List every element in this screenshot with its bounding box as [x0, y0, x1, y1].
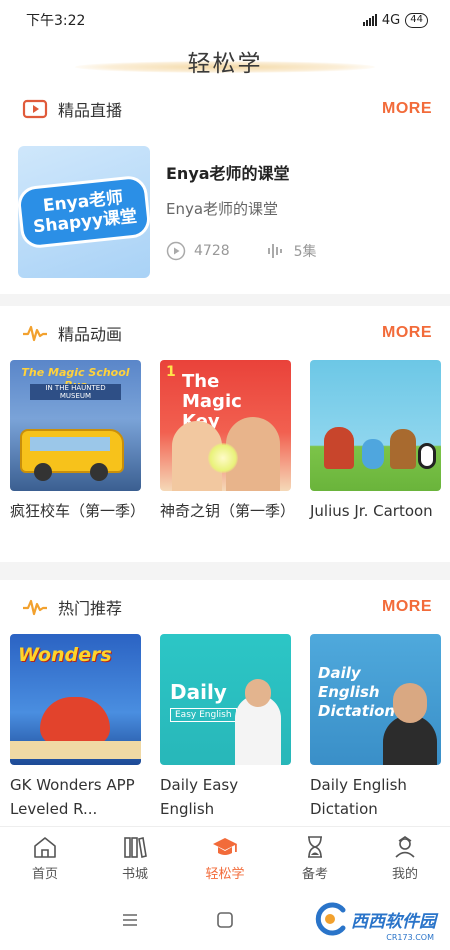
live-section-header: 精品直播 MORE — [0, 82, 450, 136]
magic-school-bus-cover: The Magic School Bus IN THE HAUNTED MUSE… — [10, 360, 141, 491]
animation-item-julius-jr[interactable]: Julius Jr. Cartoon — [310, 360, 441, 523]
hourglass-icon — [308, 836, 322, 858]
tab-exam-prep[interactable]: 备考 — [270, 827, 360, 890]
animation-grid: The Magic School Bus IN THE HAUNTED MUSE… — [0, 360, 450, 523]
tab-easy-learning[interactable]: 轻松学 — [180, 827, 270, 890]
user-icon — [395, 836, 415, 858]
recommend-more-link[interactable]: MORE — [382, 598, 432, 616]
page-title: 轻松学 — [187, 51, 263, 77]
julius-jr-cover — [310, 360, 441, 491]
glow-shape — [208, 443, 238, 473]
live-course-info: Enya老师的课堂 Enya老师的课堂 4728 5集 — [150, 146, 432, 278]
recommend-caption: GK Wonders APP Leveled R... — [10, 776, 135, 818]
animation-item-magic-school-bus[interactable]: The Magic School Bus IN THE HAUNTED MUSE… — [10, 360, 146, 523]
recommend-section-title: 热门推荐 — [58, 599, 123, 618]
page-header: 轻松学 — [0, 40, 450, 82]
tab-home[interactable]: 首页 — [0, 827, 90, 890]
waveform-icon — [23, 599, 47, 616]
recommend-grid: Wonders GK Wonders APP Leveled R... Dail… — [0, 634, 450, 821]
episodes-icon — [267, 244, 282, 258]
live-course-card[interactable]: Enya老师 Shapyy课堂 Enya老师的课堂 Enya老师的课堂 4728 — [0, 136, 450, 278]
bear-figure — [390, 429, 416, 469]
battery-level: 44 — [410, 13, 423, 25]
live-course-logo: Enya老师 Shapyy课堂 — [19, 177, 149, 247]
recommend-section: 热门推荐 MORE Wonders GK Wonders APP Leveled… — [0, 580, 450, 826]
recommend-item-daily-easy-english[interactable]: Daily Easy English Daily Easy English — [160, 634, 291, 821]
recommend-section-header: 热门推荐 MORE — [0, 580, 450, 634]
daily-easy-english-cover: Daily Easy English — [160, 634, 291, 765]
play-count-icon — [166, 241, 186, 261]
waveform-icon — [23, 325, 47, 342]
animation-section-header: 精品动画 MORE — [0, 306, 450, 360]
live-course-thumbnail: Enya老师 Shapyy课堂 — [18, 146, 150, 278]
recommend-item-gk-wonders[interactable]: Wonders GK Wonders APP Leveled R... — [10, 634, 141, 821]
presenter-head — [393, 683, 427, 723]
sand-shape — [10, 741, 141, 759]
network-type: 4G — [381, 12, 401, 28]
animation-section: 精品动画 MORE The Magic School Bus IN THE HA… — [0, 306, 450, 562]
dictation-cover: Daily English Dictation — [310, 634, 441, 765]
bottom-tab-bar: 首页 书城 轻松学 备考 我的 — [0, 826, 450, 890]
character-figure — [362, 439, 384, 469]
animation-caption: 神奇之钥（第一季） — [160, 502, 296, 520]
watermark-subtext: CR173.COM — [386, 933, 434, 942]
animation-item-magic-key[interactable]: 1 The Magic Key 神奇之钥（第一季） — [160, 360, 296, 523]
watermark-text: 西西软件园 — [351, 911, 436, 932]
play-count: 4728 — [194, 243, 230, 259]
tab-exam-prep-label: 备考 — [301, 867, 328, 882]
animation-caption: 疯狂校车（第一季） — [10, 502, 146, 520]
monkey-figure — [324, 427, 354, 469]
animation-more-link[interactable]: MORE — [382, 324, 432, 342]
books-icon — [124, 837, 147, 858]
recommend-caption: Daily Easy English — [160, 776, 239, 818]
crab-figure — [40, 697, 110, 745]
teacher-head — [245, 679, 271, 707]
panda-figure — [418, 443, 436, 469]
watermark: 西西软件园 CR173.COM — [313, 902, 436, 942]
animation-section-title: 精品动画 — [58, 325, 123, 344]
menu-icon[interactable] — [120, 910, 140, 930]
signal-icon — [362, 14, 377, 26]
live-more-link[interactable]: MORE — [382, 100, 432, 118]
episode-count: 5集 — [293, 244, 317, 260]
home-icon — [34, 837, 56, 858]
status-bar: 下午3:22 4G 44 — [0, 0, 450, 40]
recommend-item-daily-english-dictation[interactable]: Daily English Dictation Daily English Di… — [310, 634, 441, 821]
recommend-caption: Daily English Dictation — [310, 776, 407, 818]
live-video-icon — [22, 99, 48, 119]
battery-icon: 44 — [405, 12, 428, 28]
status-indicators: 4G 44 — [362, 12, 428, 28]
tab-profile[interactable]: 我的 — [360, 827, 450, 890]
live-course-meta: 4728 5集 — [166, 241, 432, 261]
tab-bookstore[interactable]: 书城 — [90, 827, 180, 890]
home-square-icon[interactable] — [215, 910, 235, 930]
tab-profile-label: 我的 — [391, 867, 418, 882]
tab-home-label: 首页 — [31, 867, 58, 882]
live-section-title: 精品直播 — [58, 101, 123, 120]
live-course-title: Enya老师的课堂 — [166, 164, 290, 183]
animation-caption: Julius Jr. Cartoon — [310, 502, 433, 520]
wonders-cover: Wonders — [10, 634, 141, 765]
graduation-cap-icon — [213, 838, 237, 855]
live-section: 精品直播 MORE Enya老师 Shapyy课堂 Enya老师的课堂 Enya… — [0, 82, 450, 294]
tab-easy-learning-label: 轻松学 — [205, 867, 245, 882]
watermark-logo-icon — [315, 902, 346, 936]
header-banner: 轻松学 — [75, 43, 375, 79]
status-time: 下午3:22 — [26, 13, 86, 29]
tab-bookstore-label: 书城 — [121, 867, 148, 882]
live-course-subtitle: Enya老师的课堂 — [166, 200, 279, 218]
magic-key-cover: 1 The Magic Key — [160, 360, 291, 491]
